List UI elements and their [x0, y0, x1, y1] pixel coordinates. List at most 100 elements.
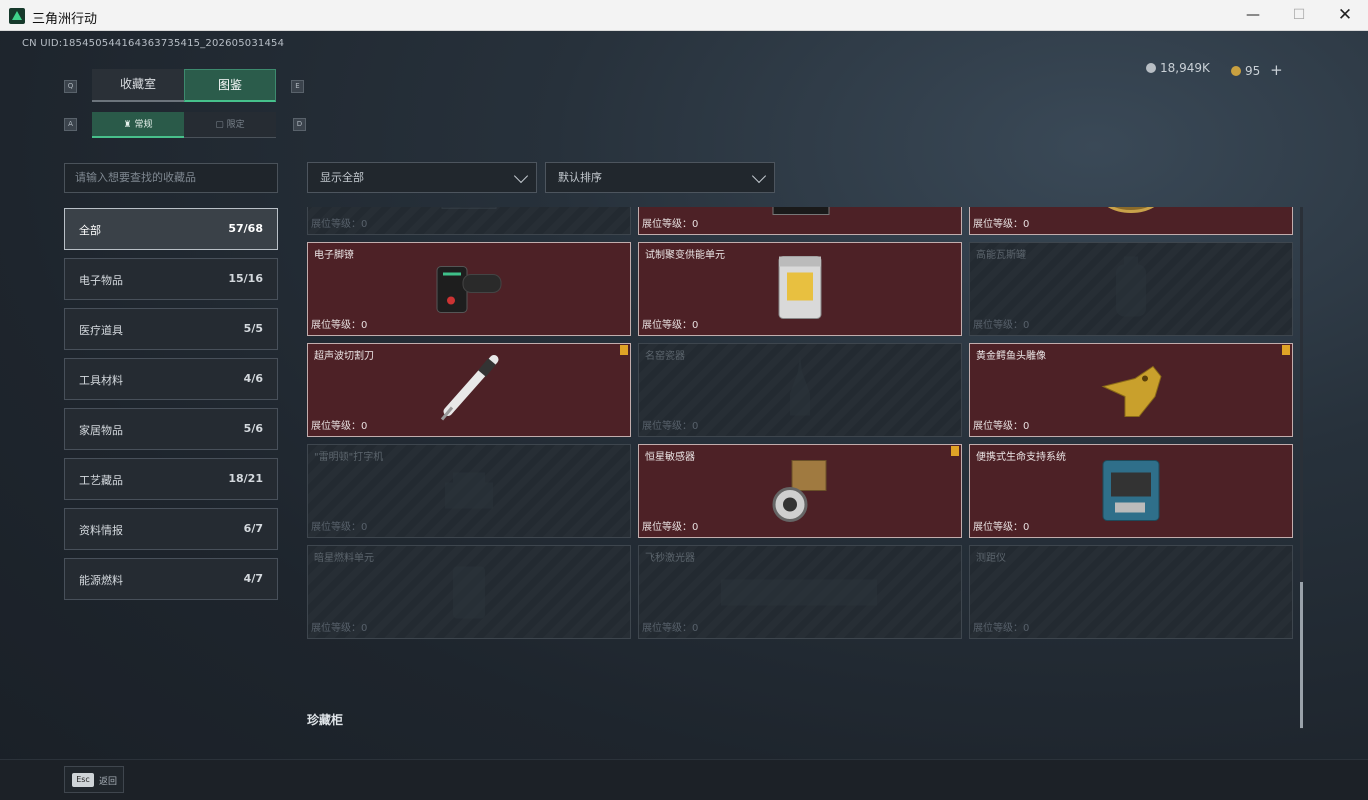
chevron-down-icon	[751, 168, 767, 184]
card-name: 名窑瓷器	[645, 351, 685, 362]
gold-currency: 95 +	[1231, 61, 1283, 79]
maximize-button[interactable]: ☐	[1276, 0, 1322, 31]
subtab-regular[interactable]: ♜ 常规	[92, 112, 184, 138]
category-name: 电子物品	[79, 274, 123, 287]
card-level: 展位等级：0	[642, 522, 699, 533]
ankle-monitor-icon	[433, 259, 505, 320]
new-badge-icon	[951, 446, 959, 456]
card-level: 展位等级：0	[642, 320, 699, 331]
collectible-card[interactable]: 展位等级：0	[638, 207, 962, 235]
card-name: 飞秒激光器	[645, 553, 695, 564]
collectible-card[interactable]: 飞秒激光器 展位等级：0	[638, 545, 962, 639]
sort-dropdown[interactable]: 默认排序	[545, 162, 775, 193]
collectible-card[interactable]: 展位等级：0	[307, 207, 631, 235]
life-support-icon	[1099, 455, 1163, 528]
app-window: 三角洲行动 — ☐ ✕ CN UID:18545054416436373541​…	[0, 0, 1368, 800]
collection-grid: 展位等级：0 展位等级：0 展位等级：0 电子脚镣 展位等级：0 试制聚变供能单元 展位等级…	[306, 207, 1296, 691]
esc-key-hint: Esc	[72, 773, 94, 787]
category-item[interactable]: 医疗道具 5/5	[64, 308, 278, 350]
app-logo-icon	[9, 8, 25, 24]
category-item[interactable]: 资料情报 6/7	[64, 508, 278, 550]
card-name: 便携式生命支持系统	[976, 452, 1066, 463]
search-input[interactable]: 请输入想要查找的收藏品	[64, 163, 278, 193]
subtab-regular-label: 常规	[134, 120, 153, 130]
category-item[interactable]: 全部 57/68	[64, 208, 278, 250]
show-filter-dropdown[interactable]: 显示全部	[307, 162, 537, 193]
new-badge-icon	[1282, 345, 1290, 355]
category-count: 5/6	[243, 422, 263, 435]
category-count: 4/6	[243, 372, 263, 385]
back-button[interactable]: Esc 返回	[64, 766, 124, 793]
card-level: 展位等级：0	[973, 623, 1030, 634]
category-item[interactable]: 工艺藏品 18/21	[64, 458, 278, 500]
category-count: 57/68	[228, 222, 263, 235]
tab-catalog[interactable]: 图鉴	[184, 69, 276, 102]
category-item[interactable]: 工具材料 4/6	[64, 358, 278, 400]
card-name: 测距仪	[976, 553, 1006, 564]
category-count: 4/7	[243, 572, 263, 585]
category-item[interactable]: 电子物品 15/16	[64, 258, 278, 300]
card-level: 展位等级：0	[311, 522, 368, 533]
sort-value: 默认排序	[558, 171, 602, 184]
back-label: 返回	[99, 777, 118, 787]
collectible-card[interactable]: 展位等级：0	[969, 207, 1293, 235]
card-name: 黄金鳄鱼头雕像	[976, 351, 1046, 362]
collectible-card[interactable]: 高能瓦斯罐展位等级：0	[969, 242, 1293, 336]
card-name: 暗星燃料单元	[314, 553, 374, 564]
title-bar: 三角洲行动 — ☐ ✕	[0, 0, 1368, 31]
key-hint-q: Q	[64, 80, 77, 93]
card-name: 试制聚变供能单元	[645, 250, 725, 261]
collectible-card[interactable]: 恒星敏感器展位等级：0	[638, 444, 962, 538]
collectible-card[interactable]: 测距仪展位等级：0	[969, 545, 1293, 639]
gold-croc-statue-icon	[1095, 357, 1167, 424]
category-count: 15/16	[228, 272, 263, 285]
category-name: 全部	[79, 224, 101, 237]
category-count: 6/7	[243, 522, 263, 535]
collectible-card[interactable]: 试制聚变供能单元 展位等级：0	[638, 242, 962, 336]
category-item[interactable]: 家居物品 5/6	[64, 408, 278, 450]
player-uid: CN UID:18545054416436373541​5_2026050314…	[22, 38, 285, 49]
add-currency-button[interactable]: +	[1270, 61, 1283, 79]
category-name: 工艺藏品	[79, 474, 123, 487]
fusion-cell-icon	[773, 253, 827, 326]
rangefinder-icon	[1121, 581, 1141, 604]
card-name: "雷明顿"打字机	[314, 452, 384, 463]
collectible-card[interactable]: 名窑瓷器展位等级：0	[638, 343, 962, 437]
collectible-card[interactable]: 电子脚镣 展位等级：0	[307, 242, 631, 336]
key-hint-d: D	[293, 118, 306, 131]
show-filter-value: 显示全部	[320, 171, 364, 184]
key-hint-e: E	[291, 80, 304, 93]
card-level: 展位等级：0	[642, 421, 699, 432]
collectible-card[interactable]: "雷明顿"打字机 展位等级：0	[307, 444, 631, 538]
typewriter-icon	[439, 465, 499, 518]
category-count: 5/5	[243, 322, 263, 335]
footer-bar	[0, 759, 1368, 800]
circuit-board-icon	[434, 207, 504, 220]
category-name: 医疗道具	[79, 324, 123, 337]
tab-collection-room[interactable]: 收藏室	[92, 69, 184, 102]
collectible-card[interactable]: 便携式生命支持系统 展位等级：0	[969, 444, 1293, 538]
game-viewport: CN UID:18545054416436373541​5_2026050314…	[0, 31, 1368, 800]
silver-currency: 18,949K	[1146, 61, 1210, 75]
card-name: 高能瓦斯罐	[976, 250, 1026, 261]
regular-icon: ♜	[123, 120, 135, 130]
collectible-card[interactable]: 暗星燃料单元 展位等级：0	[307, 545, 631, 639]
subtab-limited[interactable]: ▢ 限定	[184, 112, 276, 138]
card-level: 展位等级：0	[973, 320, 1030, 331]
gold-coin-icon	[1231, 66, 1241, 76]
category-item[interactable]: 能源燃料 4/7	[64, 558, 278, 600]
laser-icon	[715, 566, 885, 619]
card-level: 展位等级：0	[973, 421, 1030, 432]
silver-amount: 18,949K	[1160, 61, 1210, 75]
minimize-button[interactable]: —	[1230, 0, 1276, 31]
card-level: 展位等级：0	[642, 219, 699, 230]
card-level: 展位等级：0	[973, 522, 1030, 533]
card-name: 恒星敏感器	[645, 452, 695, 463]
collectible-card[interactable]: 超声波切割刀 展位等级：0	[307, 343, 631, 437]
close-button[interactable]: ✕	[1322, 0, 1368, 31]
scrollbar-thumb[interactable]	[1300, 582, 1303, 728]
card-level: 展位等级：0	[311, 421, 368, 432]
card-name: 电子脚镣	[314, 250, 354, 261]
category-count: 18/21	[228, 472, 263, 485]
collectible-card[interactable]: 黄金鳄鱼头雕像 展位等级：0	[969, 343, 1293, 437]
